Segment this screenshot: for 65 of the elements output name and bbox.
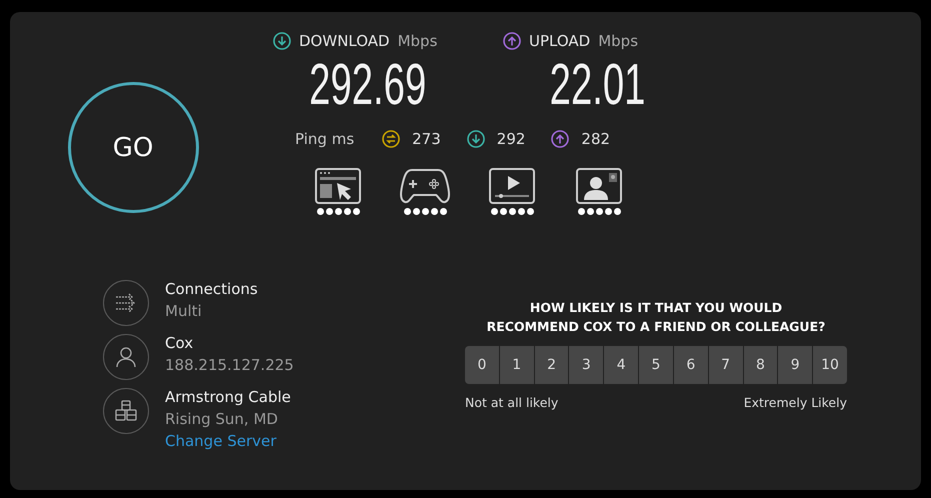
rating-dot: [344, 208, 350, 215]
server-stack-icon: [115, 400, 137, 422]
download-icon: [273, 32, 291, 50]
unit-label: Mbps: [398, 32, 438, 50]
info-detail: Multi: [165, 302, 203, 320]
score-option[interactable]: 9: [778, 346, 812, 384]
video-player-icon: [489, 168, 535, 204]
scale-high-label: Extremely Likely: [744, 395, 847, 410]
speed-label: DOWNLOAD: [299, 32, 390, 50]
jitter-icon: [382, 130, 400, 148]
ping-value: 273: [412, 130, 441, 148]
go-button[interactable]: GO: [68, 82, 198, 213]
score-option[interactable]: 4: [604, 346, 638, 384]
rating-dot: [526, 208, 534, 215]
score-option[interactable]: 10: [813, 346, 847, 384]
video-call-icon: [576, 168, 622, 204]
rating-dot: [430, 208, 438, 215]
rating-dot: [316, 208, 324, 215]
info-title: Connections: [165, 280, 258, 298]
info-title: Armstrong Cable: [165, 388, 291, 406]
rating-dot: [422, 208, 428, 215]
rating-dot: [518, 208, 524, 215]
ping-value: 292: [496, 130, 526, 148]
arrows-icon: [115, 293, 137, 313]
rating-dot: [490, 208, 498, 215]
rating-dot: [578, 208, 584, 215]
score-option[interactable]: 8: [744, 346, 778, 384]
info-title: Cox: [165, 334, 194, 352]
score-option[interactable]: 0: [465, 346, 499, 384]
info-detail: Rising Sun, MD: [165, 410, 279, 428]
score-option[interactable]: 3: [569, 346, 604, 384]
rating-dot: [412, 208, 420, 215]
survey-question: HOW LIKELY IS IT THAT YOU WOULD: [530, 299, 782, 317]
ping-label: Ping ms: [295, 130, 354, 148]
speed-value: 22.01: [550, 52, 646, 118]
rating-dot: [404, 208, 410, 215]
rating-dot: [586, 208, 594, 215]
rating-dot: [326, 208, 332, 215]
rating-dot: [596, 208, 602, 215]
speed-label: UPLOAD: [529, 32, 590, 50]
download-icon: [466, 130, 485, 148]
user-icon: [116, 346, 136, 368]
survey-question: RECOMMEND COX TO A FRIEND OR COLLEAGUE?: [486, 318, 826, 336]
rating-dot: [500, 208, 506, 215]
rating-dot: [334, 208, 342, 215]
score-option[interactable]: 1: [500, 346, 534, 384]
ping-value: 282: [581, 130, 610, 148]
rating-dot: [352, 208, 360, 215]
scale-low-label: Not at all likely: [465, 395, 558, 410]
score-option[interactable]: 7: [708, 346, 742, 384]
rating-dot: [440, 208, 446, 215]
score-option[interactable]: 5: [639, 346, 673, 384]
rating-dot: [508, 208, 516, 215]
info-detail: 188.215.127.225: [165, 356, 294, 374]
score-option[interactable]: 6: [674, 346, 708, 384]
score-option[interactable]: 2: [534, 346, 568, 384]
change-server-link[interactable]: Change Server: [165, 432, 291, 450]
unit-label: Mbps: [598, 32, 638, 50]
rating-dot: [604, 208, 612, 215]
speed-value: 292.69: [309, 52, 427, 118]
gamepad-icon: [400, 168, 450, 204]
rating-dot: [614, 208, 620, 215]
upload-icon: [551, 130, 570, 148]
upload-icon: [503, 32, 521, 50]
browser-cursor-icon: [315, 168, 361, 204]
